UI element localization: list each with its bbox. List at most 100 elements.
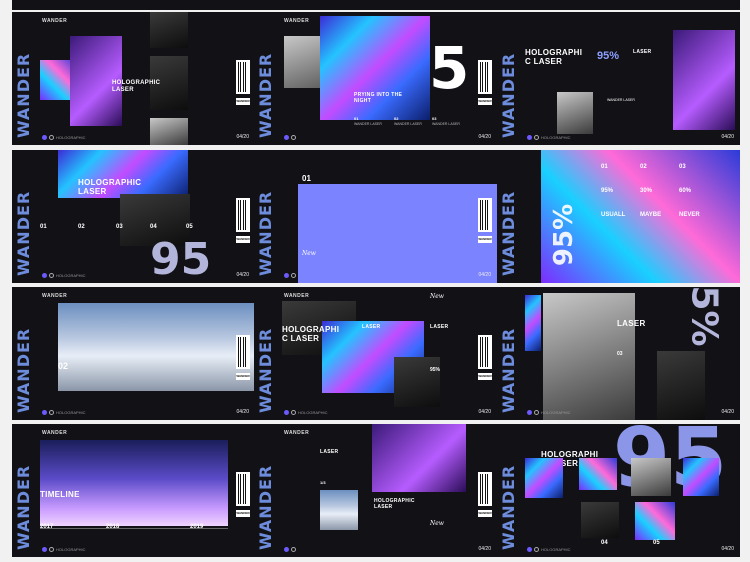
brand-dot-icon	[42, 410, 47, 415]
image-flowers	[673, 30, 735, 130]
brand-logo: WANDER	[284, 293, 310, 299]
slide-10[interactable]: WANDER WANDER TIMELINE 2017 2018 2019 WA…	[12, 424, 255, 557]
ring-icon	[291, 273, 296, 278]
slide-title: HOLOGRAPHIC LASER	[374, 498, 415, 510]
footer-label: HOLOGRAPHIC	[541, 410, 571, 415]
footer-label: HOLOGRAPHIC	[56, 410, 86, 415]
step-num-4: 04	[601, 540, 608, 546]
brand-dot-icon	[527, 410, 532, 415]
brand-logo: WANDER	[284, 18, 310, 24]
image-mountain	[320, 490, 358, 530]
vertical-brand-text: WANDER	[14, 190, 33, 276]
slide-7[interactable]: WANDER WANDER 02 WANDER HOLOGRAPHIC 04/2…	[12, 287, 255, 420]
step-num-2: 02	[640, 164, 647, 170]
image-jellyfish	[298, 184, 497, 283]
script-text: New	[302, 250, 316, 257]
page-number: 04/20	[478, 134, 491, 140]
label: LASER	[362, 324, 381, 330]
ring-icon	[291, 547, 296, 552]
image-portrait	[631, 458, 671, 496]
barcode	[478, 335, 492, 369]
slide-9[interactable]: WANDER LASER 03 95% HOLOGRAPHIC 04/20	[497, 287, 740, 420]
footer: HOLOGRAPHIC	[42, 135, 86, 140]
big-number: 95%	[549, 203, 580, 267]
footer-label: HOLOGRAPHIC	[56, 273, 86, 278]
logo-chip: WANDER	[236, 98, 250, 105]
page-number: 04/20	[721, 409, 734, 415]
slide-top-strip-1[interactable]	[12, 0, 255, 10]
slide-11[interactable]: WANDER WANDER LASER 1/3 HOLOGRAPHIC LASE…	[254, 424, 497, 557]
vertical-brand-text: WANDER	[14, 327, 33, 413]
barcode	[478, 472, 492, 506]
ring-icon	[291, 135, 296, 140]
brand-logo: WANDER	[42, 18, 68, 24]
slide-6[interactable]: WANDER 95% 01 02 03 95% 30% 60% USUALL M…	[497, 150, 740, 283]
label-3: NEVER	[679, 212, 700, 218]
year-3: 2019	[190, 524, 204, 530]
step-num-1: 01	[40, 224, 47, 230]
script-text: New	[430, 293, 444, 300]
vertical-brand-text: WANDER	[256, 190, 275, 276]
logo-chip: WANDER	[236, 236, 250, 243]
vertical-brand-text: WANDER	[499, 190, 518, 276]
step-num-1: 01	[354, 116, 359, 121]
image-holographic-2	[579, 458, 617, 490]
step-num-1: 01	[601, 164, 608, 170]
vertical-brand-text: WANDER	[256, 52, 275, 138]
vertical-brand-text: WANDER	[499, 464, 518, 550]
footer: HOLOGRAPHIC	[527, 547, 571, 552]
section-number: 01	[302, 174, 311, 183]
image-portrait	[557, 92, 593, 134]
image-portrait-woman	[657, 351, 705, 420]
ring-icon	[534, 547, 539, 552]
label-1: USUALL	[601, 212, 626, 218]
brand-dot-icon	[284, 410, 289, 415]
image-holographic	[525, 295, 541, 351]
step-label-3: WANDER LASER	[432, 122, 460, 126]
slide-2[interactable]: WANDER WANDER PRYING INTO THE NIGHT 5 01…	[254, 12, 497, 145]
year-2: 2018	[106, 524, 120, 530]
page-number: 04/20	[478, 272, 491, 278]
footer: HOLOGRAPHIC	[42, 410, 86, 415]
brand-logo: WANDER	[42, 293, 68, 299]
slide-1[interactable]: WANDER WANDER HOLOGRAPHIC LASER WANDER H…	[12, 12, 255, 145]
slide-top-strip-3[interactable]	[497, 0, 740, 10]
step-num-4: 04	[150, 224, 157, 230]
slide-title: TIMELINE	[40, 490, 80, 499]
slide-top-strip-2[interactable]	[254, 0, 497, 10]
label: LASER	[320, 449, 339, 455]
caption: WANDER LASER	[607, 98, 635, 102]
step-num-3: 03	[116, 224, 123, 230]
brand-logo: WANDER	[284, 430, 310, 436]
slide-12[interactable]: WANDER 95 HOLOGRAPHI C LASER 04 05 HOLOG…	[497, 424, 740, 557]
step-num-2: 02	[78, 224, 85, 230]
percent-3: 60%	[679, 188, 692, 194]
page-number: 04/20	[236, 409, 249, 415]
big-number: 95	[150, 234, 212, 283]
slide-8[interactable]: WANDER WANDER New HOLOGRAPHI C LASER LAS…	[254, 287, 497, 420]
footer: HOLOGRAPHIC	[527, 135, 571, 140]
vertical-brand-text: WANDER	[256, 464, 275, 550]
label: LASER	[617, 319, 646, 328]
slide-4[interactable]: WANDER HOLOGRAPHIC LASER 01 02 03 04 05 …	[12, 150, 255, 283]
slide-3[interactable]: WANDER HOLOGRAPHI C LASER 95% LASER WAND…	[497, 12, 740, 145]
slide-5[interactable]: WANDER 01 New WANDER 04/20	[254, 150, 497, 283]
slide-title: HOLOGRAPHI C LASER	[525, 48, 583, 66]
logo-chip: WANDER	[478, 373, 492, 380]
page-number: 04/20	[236, 272, 249, 278]
brand-dot-icon	[42, 135, 47, 140]
step-num-3: 03	[679, 164, 686, 170]
ring-icon	[49, 135, 54, 140]
footer	[284, 547, 296, 552]
slide-title: HOLOGRAPHIC LASER	[78, 178, 142, 196]
barcode	[236, 335, 250, 369]
logo-chip: WANDER	[236, 510, 250, 517]
brand-dot-icon	[42, 547, 47, 552]
fraction: 1/3	[320, 480, 326, 485]
step-num-5: 05	[186, 224, 193, 230]
image-holographic-4	[635, 502, 675, 540]
slide-title: PRYING INTO THE NIGHT	[354, 92, 403, 104]
image-holographic-1	[525, 458, 563, 498]
slide-grid: WANDER WANDER HOLOGRAPHIC LASER WANDER H…	[0, 0, 750, 562]
ring-icon	[49, 273, 54, 278]
